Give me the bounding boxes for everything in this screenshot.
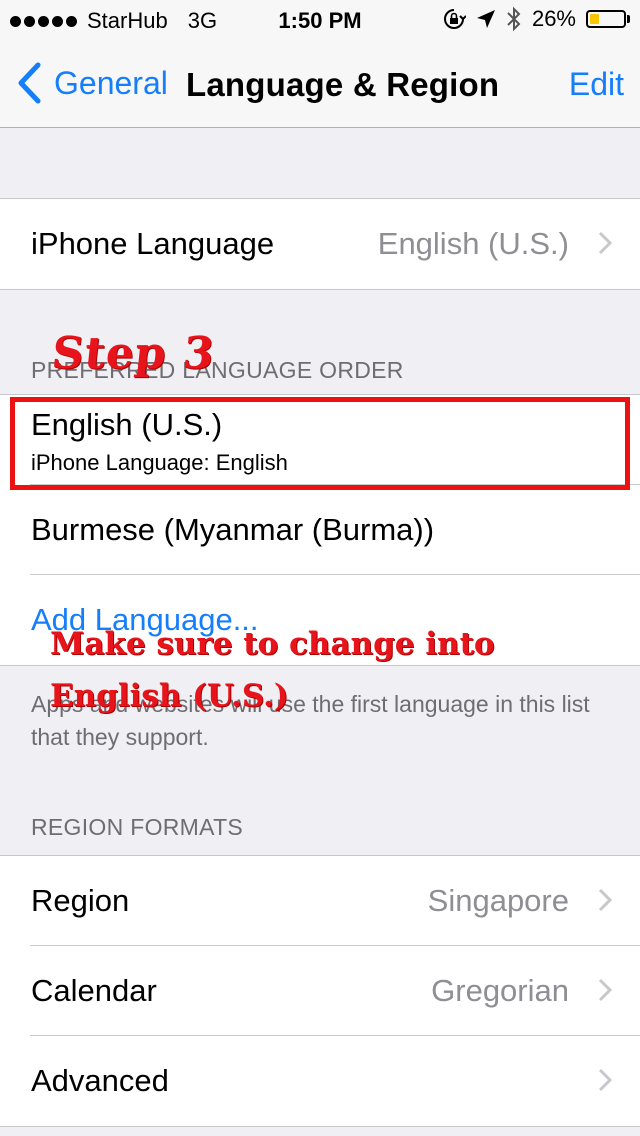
battery-icon (586, 10, 630, 28)
instruction-annotation-line2: English (U.S.) (50, 678, 289, 714)
calendar-label: Calendar (31, 973, 157, 1008)
battery-percent: 26% (531, 6, 576, 31)
iphone-language-label: iPhone Language (31, 226, 275, 261)
language-item-title: Burmese (Myanmar (Burma)) (31, 512, 435, 547)
back-button[interactable]: General (16, 62, 168, 104)
chevron-right-icon (598, 888, 612, 912)
chevron-right-icon (598, 231, 612, 255)
status-right: 26% (442, 6, 630, 32)
region-label: Region (31, 883, 130, 918)
iphone-language-row[interactable]: iPhone Language English (U.S.) (0, 199, 640, 289)
advanced-label: Advanced (31, 1063, 169, 1098)
region-formats-group: Region Singapore Calendar Gregorian Adva… (0, 855, 640, 1127)
edit-button[interactable]: Edit (569, 66, 624, 103)
calendar-value: Gregorian (431, 973, 569, 1008)
step-annotation: Step 3 (49, 328, 218, 379)
iphone-language-value: English (U.S.) (377, 226, 569, 261)
chevron-right-icon (598, 1068, 612, 1092)
chevron-left-icon (18, 62, 41, 104)
bluetooth-icon (507, 6, 521, 32)
chevron-right-icon (598, 978, 612, 1002)
rotation-lock-icon (443, 9, 466, 29)
highlight-box (10, 397, 630, 490)
region-formats-header: REGION FORMATS (31, 814, 244, 840)
calendar-row[interactable]: Calendar Gregorian (0, 946, 640, 1036)
navigation-bar: General Language & Region Edit (0, 40, 640, 128)
location-arrow-icon (476, 10, 495, 28)
back-button-label: General (54, 64, 168, 101)
instruction-annotation-line1: Make sure to change into (50, 626, 495, 662)
status-bar: StarHub 3G 1:50 PM 26% (0, 0, 640, 40)
language-item-burmese[interactable]: Burmese (Myanmar (Burma)) (0, 485, 640, 575)
advanced-row[interactable]: Advanced (0, 1036, 640, 1126)
page-title: Language & Region (186, 66, 500, 103)
region-value: Singapore (427, 883, 569, 918)
region-row[interactable]: Region Singapore (0, 856, 640, 946)
iphone-language-group: iPhone Language English (U.S.) (0, 198, 640, 290)
